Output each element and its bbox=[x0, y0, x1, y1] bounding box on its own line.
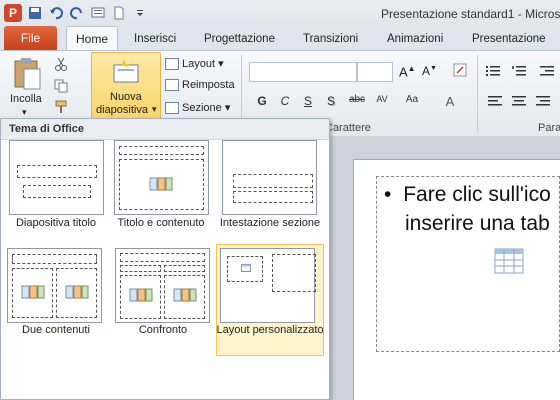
format-painter-icon[interactable] bbox=[54, 100, 68, 114]
gallery-header-label: Tema di Office bbox=[9, 123, 84, 135]
content-icons bbox=[149, 174, 173, 192]
tab-home[interactable]: Home bbox=[66, 26, 118, 50]
title-placeholder bbox=[12, 254, 97, 264]
title-placeholder bbox=[120, 253, 205, 262]
font-size-combo[interactable] bbox=[357, 62, 393, 82]
content-placeholder bbox=[272, 254, 316, 292]
new-document-icon[interactable] bbox=[111, 5, 127, 21]
title-placeholder bbox=[119, 146, 204, 155]
layout-label-two-content: Due contenuti bbox=[22, 324, 90, 336]
layout-label-custom: Layout personalizzato bbox=[216, 324, 324, 336]
placeholder-line-2: inserire una tab bbox=[405, 212, 550, 235]
font-group-label: Carattere bbox=[325, 122, 371, 134]
tab-presentazione[interactable]: Presentazione bbox=[472, 29, 546, 50]
content-icons bbox=[129, 285, 153, 303]
paste-button[interactable]: Incolla bbox=[10, 93, 42, 105]
window-title: Presentazione standard1 - Micros bbox=[381, 7, 560, 21]
underline-button[interactable]: S bbox=[300, 94, 316, 110]
change-case-button[interactable]: Aa bbox=[404, 94, 420, 110]
clear-format-icon[interactable] bbox=[453, 63, 467, 77]
redo-icon[interactable] bbox=[69, 5, 85, 21]
reset-icon bbox=[165, 79, 179, 92]
layout-icon bbox=[165, 58, 179, 71]
italic-button[interactable]: C bbox=[277, 94, 293, 110]
align-right-icon[interactable] bbox=[536, 95, 550, 107]
powerpoint-app-icon[interactable]: P bbox=[4, 4, 22, 22]
layout-button[interactable]: Layout ▾ bbox=[165, 57, 224, 71]
cut-icon[interactable] bbox=[54, 57, 68, 71]
layout-title-slide[interactable] bbox=[9, 140, 104, 215]
strikethrough-button[interactable]: abc bbox=[346, 94, 368, 110]
tab-progettazione[interactable]: Progettazione bbox=[204, 29, 275, 50]
content-icons bbox=[65, 282, 89, 300]
numbering-icon[interactable] bbox=[512, 65, 526, 77]
reset-button[interactable]: Reimposta bbox=[165, 79, 235, 92]
decrease-indent-icon[interactable] bbox=[540, 65, 554, 77]
group-divider bbox=[477, 55, 478, 133]
title-placeholder bbox=[17, 165, 97, 178]
text-placeholder bbox=[233, 191, 313, 203]
gallery-header: Tema di Office bbox=[1, 119, 329, 140]
subtitle-placeholder bbox=[23, 185, 91, 198]
layout-section-header[interactable] bbox=[222, 140, 317, 215]
slideshow-icon[interactable] bbox=[90, 5, 106, 21]
placeholder-text: • Fare clic sull'ico inserire una tab bbox=[384, 180, 551, 238]
bold-button[interactable]: G bbox=[254, 94, 270, 110]
new-slide-icon bbox=[112, 59, 140, 83]
insert-table-icon[interactable] bbox=[494, 248, 524, 274]
table-mini-icon bbox=[241, 263, 251, 272]
tab-animazioni[interactable]: Animazioni bbox=[387, 29, 443, 50]
paragraph-group-label: Para bbox=[538, 122, 560, 134]
undo-icon[interactable] bbox=[48, 5, 64, 21]
copy-icon[interactable] bbox=[54, 79, 68, 93]
tab-transizioni[interactable]: Transizioni bbox=[303, 29, 358, 50]
paste-icon[interactable] bbox=[12, 57, 42, 91]
ribbon-tabs: File Home Inserisci Progettazione Transi… bbox=[0, 26, 560, 50]
new-slide-button[interactable]: Nuova diapositiva ▾ bbox=[91, 52, 161, 119]
save-icon[interactable] bbox=[27, 5, 43, 21]
right-heading-placeholder bbox=[164, 265, 205, 272]
layout-label-title-content: Titolo e contenuto bbox=[117, 217, 205, 229]
layout-label-section-header: Intestazione sezione bbox=[219, 217, 321, 229]
shadow-button[interactable]: S bbox=[323, 94, 339, 110]
bullet: • bbox=[384, 183, 392, 206]
reset-label: Reimposta bbox=[182, 79, 235, 91]
layout-title-content[interactable] bbox=[114, 140, 209, 215]
font-name-combo[interactable] bbox=[249, 62, 357, 82]
char-spacing-button[interactable]: AV bbox=[373, 94, 391, 110]
layout-custom[interactable] bbox=[220, 248, 316, 323]
tab-inserisci[interactable]: Inserisci bbox=[134, 29, 176, 50]
new-slide-label: Nuova bbox=[110, 91, 142, 103]
placeholder-line-1: Fare clic sull'ico bbox=[403, 183, 551, 206]
content-icons bbox=[21, 282, 45, 300]
quick-access-toolbar: P bbox=[0, 2, 148, 24]
layout-label: Layout bbox=[182, 58, 216, 70]
tab-file[interactable]: File bbox=[4, 26, 57, 50]
section-label: Sezione bbox=[182, 102, 222, 114]
new-slide-dropdown-icon: ▾ bbox=[152, 104, 157, 114]
title-bar: P Presentazione standard1 - Micros bbox=[0, 0, 560, 26]
title-placeholder bbox=[233, 174, 313, 188]
customize-qat-icon[interactable] bbox=[132, 5, 148, 21]
section-icon bbox=[165, 102, 179, 115]
paste-dropdown-icon[interactable]: ▾ bbox=[22, 107, 27, 118]
grow-font-icon[interactable]: A▲ bbox=[399, 64, 416, 79]
shrink-font-icon[interactable]: A▼ bbox=[422, 64, 437, 78]
content-icons bbox=[173, 285, 197, 303]
layout-two-content[interactable] bbox=[7, 248, 102, 323]
new-slide-label-2: diapositiva bbox=[96, 104, 148, 116]
layout-label-title-slide: Diapositiva titolo bbox=[15, 217, 97, 229]
font-color-button[interactable]: A bbox=[442, 94, 458, 110]
align-left-icon[interactable] bbox=[488, 95, 502, 107]
bullets-icon[interactable] bbox=[486, 65, 500, 77]
section-button[interactable]: Sezione ▾ bbox=[165, 101, 230, 115]
align-center-icon[interactable] bbox=[512, 95, 526, 107]
layout-label-comparison: Confronto bbox=[138, 324, 188, 336]
layout-comparison[interactable] bbox=[115, 248, 210, 323]
left-heading-placeholder bbox=[120, 265, 161, 272]
